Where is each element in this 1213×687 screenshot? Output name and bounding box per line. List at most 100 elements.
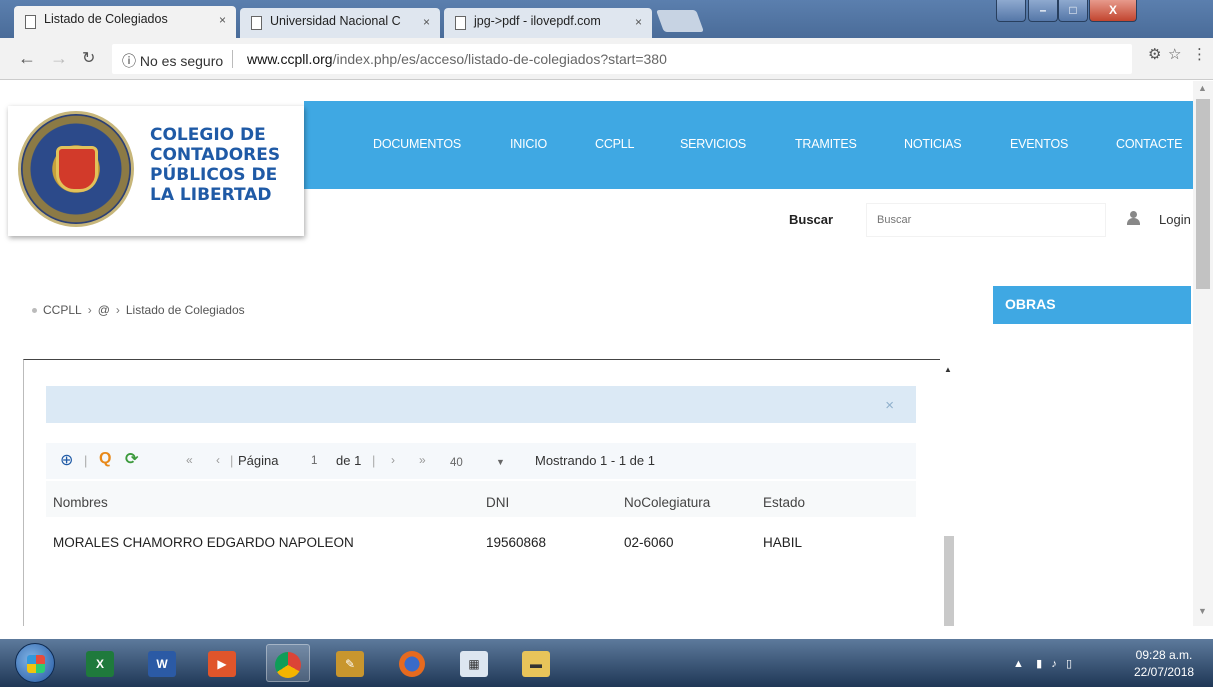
nav-tramites[interactable]: TRAMITES (795, 137, 857, 151)
start-button[interactable] (15, 643, 55, 683)
column-header-nocolegiatura[interactable]: NoColegiatura (624, 495, 710, 510)
tab-universidad[interactable]: Universidad Nacional C × (240, 8, 440, 38)
profile-icon[interactable] (996, 0, 1026, 22)
info-alert: × (46, 386, 916, 423)
security-indicator[interactable]: ⓘ No es seguro (122, 51, 223, 71)
nav-inicio[interactable]: INICIO (510, 137, 547, 151)
page-scroll-thumb[interactable] (1196, 99, 1210, 289)
zoom-icon[interactable]: ⊕ (60, 450, 73, 470)
tab-title: Listado de Colegiados (44, 12, 168, 26)
page-input[interactable]: 1 (311, 455, 317, 467)
nav-servicios[interactable]: SERVICIOS (680, 137, 746, 151)
new-tab-button[interactable] (655, 10, 705, 32)
bookmark-star-icon[interactable]: ☆ (1168, 45, 1181, 63)
site-logo[interactable]: COLEGIO DE CONTADORES PÚBLICOS DE LA LIB… (8, 106, 304, 236)
next-page-icon[interactable]: › (391, 453, 395, 467)
user-icon[interactable] (1126, 211, 1140, 225)
nav-contactenos[interactable]: CONTACTE (1116, 137, 1182, 151)
tab-close-icon[interactable]: × (219, 13, 226, 27)
showing-count: Mostrando 1 - 1 de 1 (535, 453, 655, 468)
breadcrumb-item-at[interactable]: @ (98, 303, 110, 317)
system-tray[interactable]: ▲ ▮ ♪ ▯ (1013, 657, 1072, 670)
refresh-icon[interactable]: ⟳ (125, 449, 138, 469)
battery-icon[interactable]: ▯ (1066, 658, 1072, 670)
media-app-icon[interactable]: ▶ (200, 644, 244, 682)
address-bar[interactable]: ⓘ No es seguro www.ccpll.org/index.php/e… (112, 44, 1132, 74)
nav-noticias[interactable]: NOTICIAS (904, 137, 962, 151)
breadcrumb-item-ccpll[interactable]: CCPLL (43, 303, 82, 317)
home-dot-icon (32, 308, 37, 314)
calculator-app-icon[interactable]: ▦ (452, 644, 496, 682)
breadcrumb-separator-icon: › (115, 303, 120, 317)
column-header-nombres[interactable]: Nombres (53, 495, 108, 510)
security-label: No es seguro (139, 53, 224, 69)
system-clock[interactable]: 09:28 a.m. 22/07/2018 (1134, 647, 1194, 681)
tab-strip: Listado de Colegiados × Universidad Naci… (0, 0, 1213, 38)
first-page-icon[interactable]: « (186, 453, 193, 467)
page-content: COLEGIO DE CONTADORES PÚBLICOS DE LA LIB… (0, 81, 1193, 626)
reload-icon[interactable]: ↻ (82, 50, 95, 68)
maximize-button[interactable]: □ (1058, 0, 1088, 22)
scroll-down-icon[interactable]: ▼ (1198, 606, 1207, 616)
tab-close-icon[interactable]: × (635, 15, 642, 29)
chrome-app-icon[interactable] (266, 644, 310, 682)
table-cell-dni: 19560868 (486, 535, 547, 550)
windows-taskbar: X W ▶ ✎ ▦ ▬ ▲ ▮ ♪ ▯ 09:28 a.m. 22/07/201… (0, 639, 1213, 687)
page-icon (455, 16, 466, 30)
url-path: /index.php/es/acceso/listado-de-colegiad… (332, 51, 667, 67)
url-domain: www.ccpll.org (247, 51, 333, 67)
back-arrow-icon[interactable]: ← (18, 49, 36, 67)
extension-icon[interactable]: ⚙ (1148, 45, 1161, 63)
minimize-button[interactable]: – (1028, 0, 1058, 22)
search-icon[interactable]: Q (99, 450, 111, 468)
org-name: COLEGIO DE CONTADORES PÚBLICOS DE LA LIB… (150, 125, 281, 205)
tab-title: Universidad Nacional C (270, 14, 401, 28)
tab-close-icon[interactable]: × (423, 15, 430, 29)
scroll-up-icon[interactable]: ▲ (944, 365, 952, 374)
page-size-select[interactable]: 40 (450, 457, 463, 469)
chevron-down-icon[interactable]: ▼ (496, 457, 505, 467)
clock-time: 09:28 a.m. (1135, 648, 1193, 662)
firefox-app-icon[interactable] (390, 644, 434, 682)
seal-logo (18, 111, 134, 227)
word-app-icon[interactable]: W (140, 644, 184, 682)
breadcrumb-separator-icon: › (87, 303, 92, 317)
page-scrollbar[interactable]: ▲ ▼ (1193, 81, 1213, 626)
alert-close-icon[interactable]: × (885, 397, 894, 414)
table-cell-estado: HABIL (763, 535, 803, 550)
frame-scroll-thumb[interactable] (944, 536, 954, 626)
excel-app-icon[interactable]: X (78, 644, 122, 682)
volume-icon[interactable]: ♪ (1051, 658, 1057, 670)
column-header-estado[interactable]: Estado (763, 495, 805, 510)
toolbar-divider: | (372, 453, 376, 468)
url-text: www.ccpll.org/index.php/es/acceso/listad… (247, 51, 667, 67)
frame-scrollbar[interactable]: ▲ (940, 359, 958, 626)
nav-ccpll[interactable]: CCPLL (595, 137, 634, 151)
clock-date: 22/07/2018 (1134, 665, 1195, 679)
omnibox-divider (232, 50, 233, 68)
prev-page-icon[interactable]: ‹ (216, 453, 220, 467)
nav-eventos[interactable]: EVENTOS (1010, 137, 1068, 151)
ccleaner-app-icon[interactable]: ✎ (328, 644, 372, 682)
login-link[interactable]: Login (1159, 212, 1191, 227)
toolbar-divider: | (230, 453, 234, 468)
table-cell-nocolegiatura: 02-6060 (624, 535, 674, 550)
last-page-icon[interactable]: » (419, 453, 426, 467)
tab-listado[interactable]: Listado de Colegiados × (14, 6, 236, 38)
tab-title: jpg->pdf - ilovepdf.com (474, 14, 601, 28)
search-input[interactable] (866, 203, 1106, 237)
page-label: Página (238, 453, 279, 468)
tray-expand-icon[interactable]: ▲ (1013, 658, 1024, 670)
breadcrumb: CCPLL › @ › Listado de Colegiados (32, 303, 245, 317)
folder-app-icon[interactable]: ▬ (514, 644, 558, 682)
column-header-dni[interactable]: DNI (486, 495, 509, 510)
menu-dots-icon[interactable]: ⋮ (1192, 45, 1207, 63)
close-window-button[interactable]: X (1089, 0, 1137, 22)
breadcrumb-item-current: Listado de Colegiados (125, 303, 245, 317)
scroll-up-icon[interactable]: ▲ (1198, 83, 1207, 93)
nav-documentos[interactable]: DOCUMENTOS (373, 137, 461, 151)
sidebar-obras-header[interactable]: OBRAS (993, 286, 1191, 324)
tab-ilovepdf[interactable]: jpg->pdf - ilovepdf.com × (444, 8, 652, 38)
forward-arrow-icon[interactable]: → (50, 49, 68, 67)
signal-icon[interactable]: ▮ (1036, 658, 1042, 670)
